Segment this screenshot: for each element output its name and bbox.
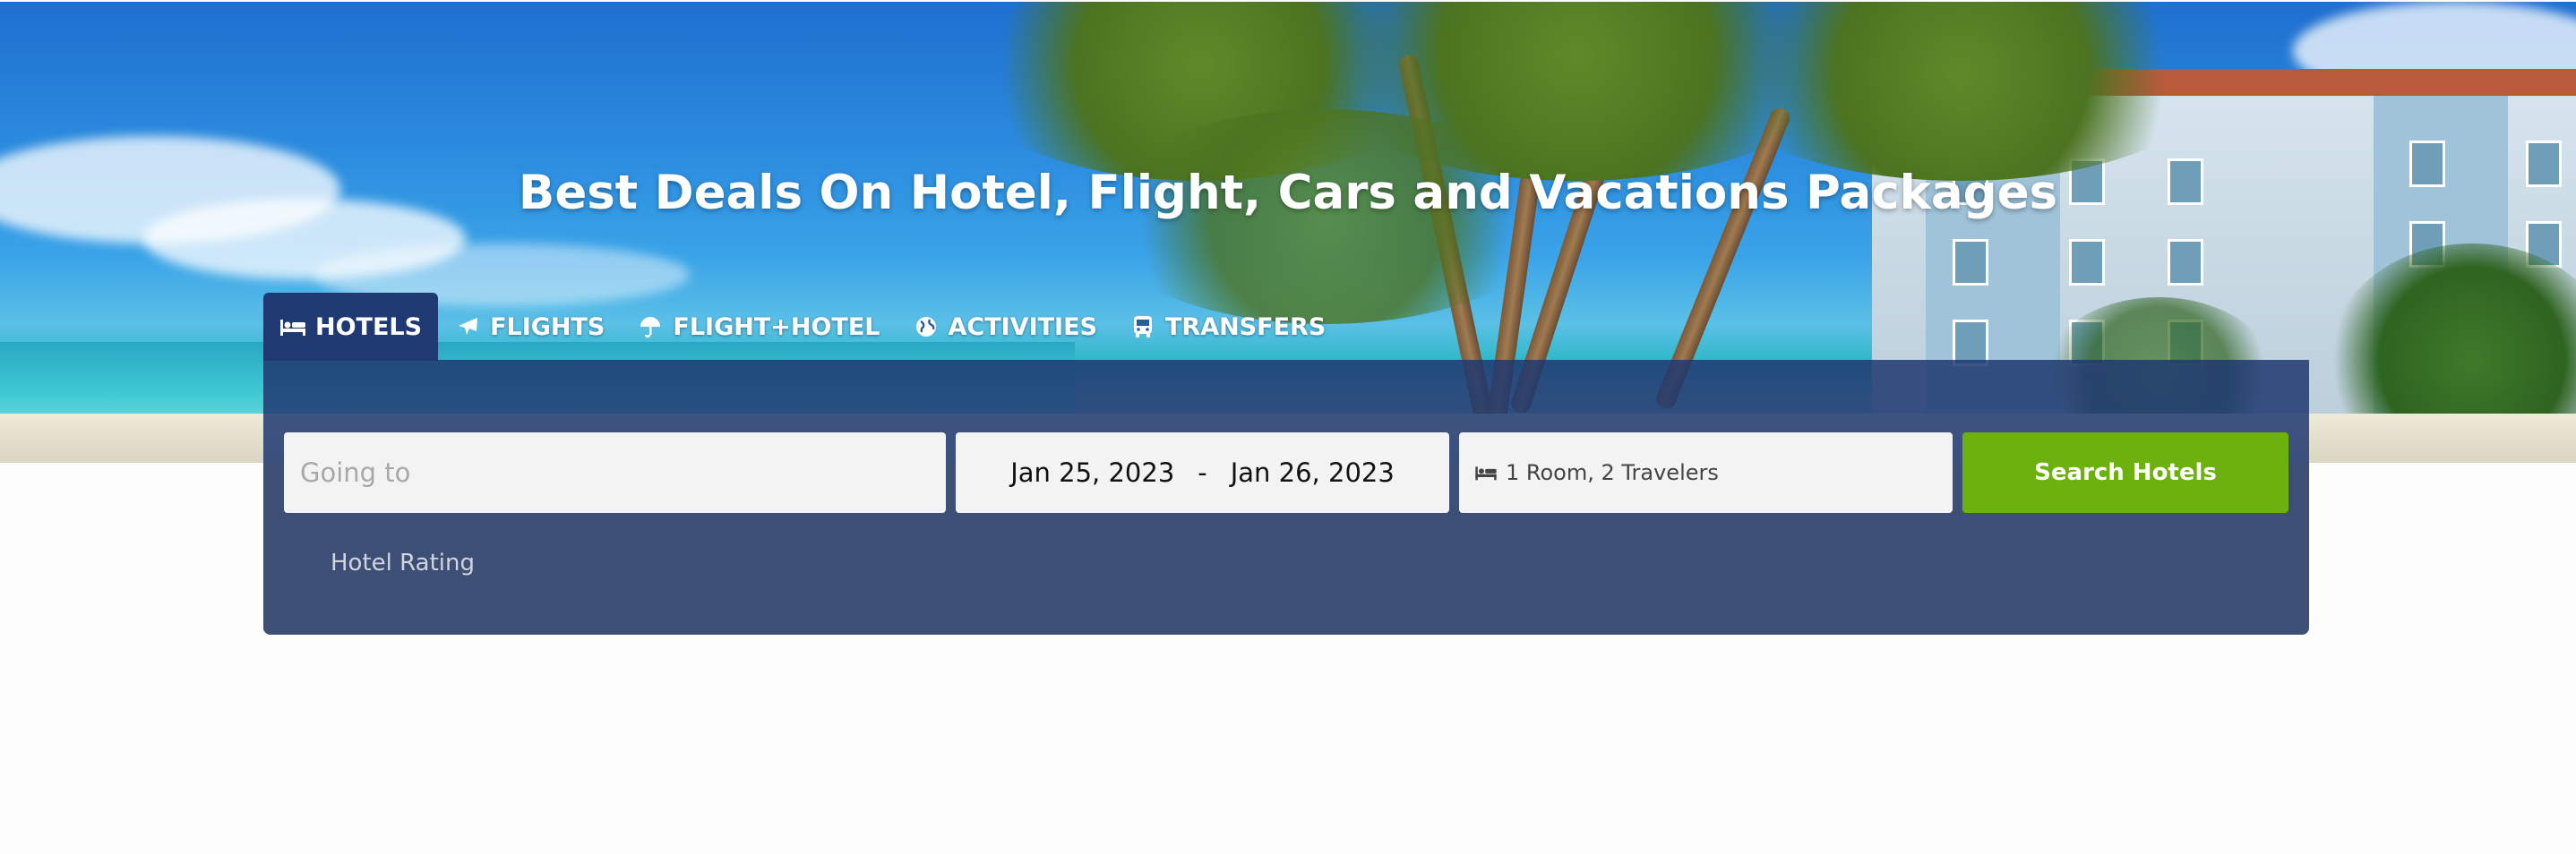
rooms-travelers-value: 1 Room, 2 Travelers [1506, 460, 1719, 485]
tab-activities[interactable]: ACTIVITIES [897, 293, 1113, 361]
tab-flight-hotel[interactable]: FLIGHT+HOTEL [621, 293, 896, 361]
hotel-rating-filter[interactable]: Hotel Rating [331, 550, 475, 576]
date-separator: - [1198, 457, 1207, 488]
checkin-date: Jan 25, 2023 [1010, 457, 1175, 488]
tab-flights[interactable]: FLIGHTS [438, 293, 621, 361]
tab-label: ACTIVITIES [948, 312, 1097, 341]
rooms-travelers-field[interactable]: 1 Room, 2 Travelers [1459, 432, 1953, 513]
tab-label: TRANSFERS [1164, 312, 1327, 341]
page-title: Best Deals On Hotel, Flight, Cars and Va… [518, 166, 2058, 220]
plane-icon [454, 313, 481, 340]
destination-field[interactable] [284, 432, 946, 513]
bus-icon [1129, 313, 1156, 340]
checkout-date: Jan 26, 2023 [1230, 457, 1395, 488]
umbrella-icon [637, 313, 664, 340]
tab-hotels[interactable]: HOTELS [263, 293, 439, 361]
tab-label: HOTELS [315, 312, 423, 341]
search-tabs: HOTELS FLIGHTS FLIGHT+HOTEL ACTIVITIES T… [263, 293, 1342, 361]
bed-icon [1473, 464, 1498, 482]
globe-icon [913, 313, 940, 340]
tab-label: FLIGHT+HOTEL [673, 312, 880, 341]
tab-label: FLIGHTS [490, 312, 605, 341]
search-hotels-button[interactable]: Search Hotels [1962, 432, 2288, 513]
date-range-field[interactable]: Jan 25, 2023 - Jan 26, 2023 [956, 432, 1449, 513]
bed-icon [279, 313, 306, 340]
destination-input[interactable] [284, 457, 946, 488]
tab-transfers[interactable]: TRANSFERS [1113, 293, 1342, 361]
